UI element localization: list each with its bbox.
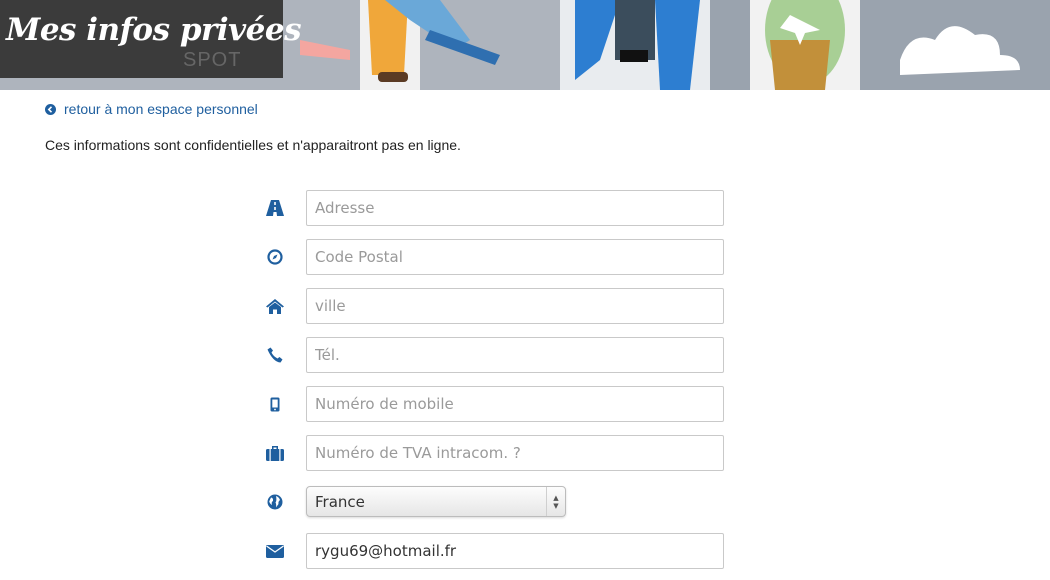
mobile-row [258, 386, 728, 422]
banner-logo: SPOT [183, 49, 242, 71]
city-row [258, 288, 728, 324]
phone-row [258, 337, 728, 373]
back-to-space-link[interactable]: retour à mon espace personnel [45, 100, 258, 118]
mobile-input[interactable] [306, 386, 724, 422]
email-input[interactable] [306, 533, 724, 569]
address-input[interactable] [306, 190, 724, 226]
country-selected-value: France [315, 492, 365, 511]
postal-code-row [258, 239, 728, 275]
vat-input[interactable] [306, 435, 724, 471]
select-arrows-icon: ▲ ▼ [546, 487, 565, 516]
back-link-label: retour à mon espace personnel [64, 101, 258, 117]
vat-row [258, 435, 728, 471]
home-icon [258, 288, 292, 324]
briefcase-icon [258, 435, 292, 471]
country-select[interactable]: France ▲ ▼ [306, 486, 566, 517]
address-row [258, 190, 728, 226]
confidentiality-notice: Ces informations sont confidentielles et… [45, 137, 461, 153]
arrow-left-circle-icon [45, 103, 56, 115]
city-input[interactable] [306, 288, 724, 324]
phone-input[interactable] [306, 337, 724, 373]
page-title: Mes infos privées [6, 12, 302, 48]
email-row [258, 533, 728, 569]
mobile-icon [258, 386, 292, 422]
globe-icon [258, 484, 292, 520]
header-banner: Mes infos privées SPOT [0, 0, 1050, 90]
postal-code-input[interactable] [306, 239, 724, 275]
envelope-icon [258, 533, 292, 569]
phone-icon [258, 337, 292, 373]
country-row: France ▲ ▼ [258, 484, 728, 520]
road-icon [258, 190, 292, 226]
compass-icon [258, 239, 292, 275]
